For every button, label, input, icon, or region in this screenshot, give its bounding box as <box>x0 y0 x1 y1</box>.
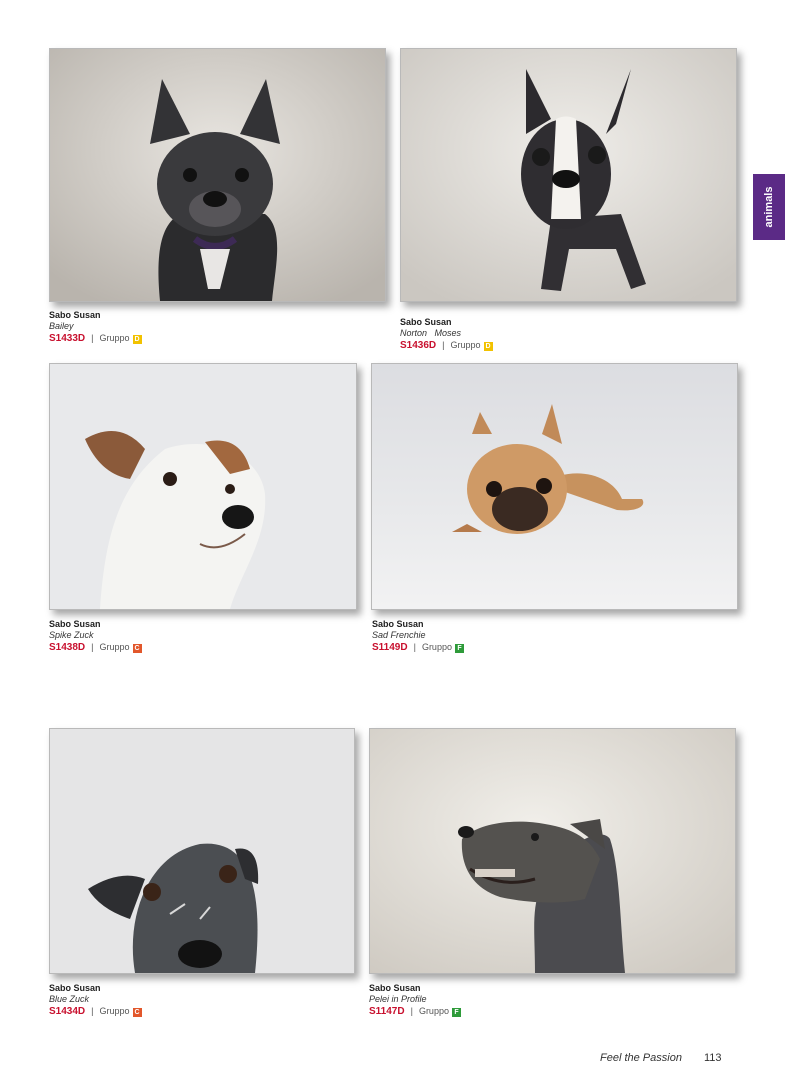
artwork-title: Blue Zuck <box>49 994 90 1004</box>
artist-name: Sabo Susan <box>400 317 452 327</box>
separator: | <box>91 642 94 652</box>
price-group-label: Gruppo C <box>99 1006 142 1017</box>
product-code[interactable]: S1147D <box>369 1006 405 1017</box>
artwork-title: Pelei in Profile <box>369 994 427 1004</box>
price-group-label: Gruppo C <box>99 642 142 653</box>
product-code[interactable]: S1434D <box>49 1006 85 1017</box>
price-group-label: Gruppo F <box>419 1006 461 1017</box>
artwork-title: Norton Moses <box>400 328 462 338</box>
artwork-image-blue-zuck[interactable] <box>49 728 355 974</box>
price-group-label: Gruppo D <box>450 340 493 351</box>
price-group-label: Gruppo F <box>422 642 464 653</box>
page-number: 113 <box>703 1052 722 1064</box>
artist-name: Sabo Susan <box>49 310 101 320</box>
artist-name: Sabo Susan <box>49 983 101 993</box>
price-group-badge: D <box>483 342 493 351</box>
artwork-title: Bailey <box>49 321 74 331</box>
artwork-image-spike-zuck[interactable] <box>49 363 357 610</box>
artwork-caption: Sabo Susan Pelei in Profile S1147D | Gru… <box>369 983 461 1017</box>
separator: | <box>413 642 416 652</box>
artwork-caption: Sabo Susan Bailey S1433D | Gruppo D <box>49 310 142 344</box>
separator: | <box>91 1006 94 1016</box>
artwork-caption: Sabo Susan Sad Frenchie S1149D | Gruppo F <box>372 619 464 653</box>
artwork-image-norton-moses[interactable] <box>400 48 737 302</box>
artist-name: Sabo Susan <box>49 619 101 629</box>
artwork-caption: Sabo Susan Spike Zuck S1438D | Gruppo C <box>49 619 142 653</box>
artist-name: Sabo Susan <box>369 983 421 993</box>
price-group-badge: F <box>454 644 464 653</box>
separator: | <box>91 333 94 343</box>
product-code[interactable]: S1433D <box>49 333 85 344</box>
artist-name: Sabo Susan <box>372 619 424 629</box>
price-group-badge: F <box>451 1008 461 1017</box>
separator: | <box>442 340 445 350</box>
artwork-caption: Sabo Susan Norton Moses S1436D | Gruppo D <box>400 317 493 351</box>
section-tab-animals[interactable]: animals <box>753 174 785 240</box>
page-footer: Feel the Passion 113 <box>600 1052 740 1064</box>
price-group-label: Gruppo D <box>99 333 142 344</box>
product-code[interactable]: S1436D <box>400 340 436 351</box>
product-code[interactable]: S1149D <box>372 642 408 653</box>
artwork-image-pelei-in-profile[interactable] <box>369 728 736 974</box>
footer-slogan: Feel the Passion <box>600 1052 682 1064</box>
artwork-caption: Sabo Susan Blue Zuck S1434D | Gruppo C <box>49 983 142 1017</box>
separator: | <box>410 1006 413 1016</box>
product-code[interactable]: S1438D <box>49 642 85 653</box>
price-group-badge: C <box>132 1008 142 1017</box>
artwork-image-bailey[interactable] <box>49 48 386 302</box>
artwork-title: Spike Zuck <box>49 630 94 640</box>
price-group-badge: D <box>132 335 142 344</box>
price-group-badge: C <box>132 644 142 653</box>
artwork-image-sad-frenchie[interactable] <box>371 363 738 610</box>
section-tab-label: animals <box>763 186 775 228</box>
artwork-title: Sad Frenchie <box>372 630 426 640</box>
